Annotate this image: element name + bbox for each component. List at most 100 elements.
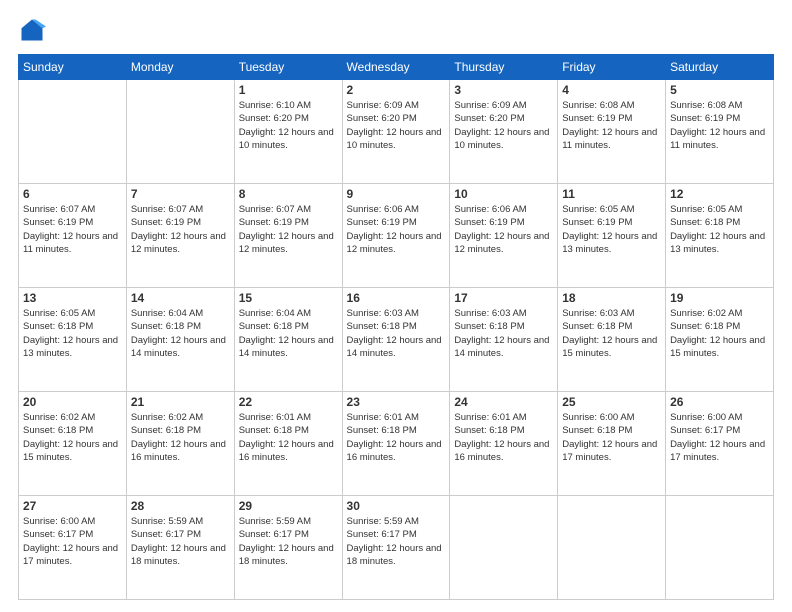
weekday-header-row: SundayMondayTuesdayWednesdayThursdayFrid… xyxy=(19,55,774,80)
calendar-cell xyxy=(450,496,558,600)
day-number: 15 xyxy=(239,291,338,305)
calendar-cell: 19Sunrise: 6:02 AM Sunset: 6:18 PM Dayli… xyxy=(666,288,774,392)
header xyxy=(18,16,774,44)
day-number: 25 xyxy=(562,395,661,409)
calendar-cell xyxy=(558,496,666,600)
calendar-cell: 6Sunrise: 6:07 AM Sunset: 6:19 PM Daylig… xyxy=(19,184,127,288)
calendar-cell: 14 Sunrise: 6:04 AM Sunset: 6:18 PM Dayli… xyxy=(126,288,234,392)
day-number: 8 xyxy=(239,187,338,201)
day-info: Sunrise: 6:00 AM Sunset: 6:17 PM Dayligh… xyxy=(23,515,122,568)
day-number: 14 xyxy=(131,291,230,305)
calendar-cell xyxy=(666,496,774,600)
day-info: Sunrise: 6:02 AM Sunset: 6:18 PM Dayligh… xyxy=(23,411,122,464)
day-number: 4 xyxy=(562,83,661,97)
day-number: 16 xyxy=(347,291,446,305)
day-number: 18 xyxy=(562,291,661,305)
calendar-cell: 20 Sunrise: 6:02 AM Sunset: 6:18 PM Dayli… xyxy=(19,392,127,496)
day-info: Sunrise: 6:03 AM Sunset: 6:18 PM Dayligh… xyxy=(347,307,446,360)
calendar-body: 1 Sunrise: 6:10 AM Sunset: 6:20 PM Daylig… xyxy=(19,80,774,600)
calendar-cell: 15 Sunrise: 6:04 AM Sunset: 6:18 PM Dayli… xyxy=(234,288,342,392)
calendar-cell: 1 Sunrise: 6:10 AM Sunset: 6:20 PM Daylig… xyxy=(234,80,342,184)
day-info: Sunrise: 6:01 AM Sunset: 6:18 PM Dayligh… xyxy=(454,411,553,464)
calendar-cell: 13Sunrise: 6:05 AM Sunset: 6:18 PM Dayli… xyxy=(19,288,127,392)
day-info: Sunrise: 6:04 AM Sunset: 6:18 PM Dayligh… xyxy=(131,307,230,360)
calendar-cell: 21 Sunrise: 6:02 AM Sunset: 6:18 PM Dayli… xyxy=(126,392,234,496)
day-number: 5 xyxy=(670,83,769,97)
calendar-header: SundayMondayTuesdayWednesdayThursdayFrid… xyxy=(19,55,774,80)
day-number: 20 xyxy=(23,395,122,409)
day-info: Sunrise: 6:08 AM Sunset: 6:19 PM Dayligh… xyxy=(562,99,661,152)
weekday-header-monday: Monday xyxy=(126,55,234,80)
calendar-cell xyxy=(126,80,234,184)
day-info: Sunrise: 6:03 AM Sunset: 6:18 PM Dayligh… xyxy=(562,307,661,360)
calendar-cell: 23 Sunrise: 6:01 AM Sunset: 6:18 PM Dayli… xyxy=(342,392,450,496)
calendar-week-3: 13Sunrise: 6:05 AM Sunset: 6:18 PM Dayli… xyxy=(19,288,774,392)
calendar-week-1: 1 Sunrise: 6:10 AM Sunset: 6:20 PM Daylig… xyxy=(19,80,774,184)
day-info: Sunrise: 6:10 AM Sunset: 6:20 PM Dayligh… xyxy=(239,99,338,152)
calendar-cell: 9Sunrise: 6:06 AM Sunset: 6:19 PM Daylig… xyxy=(342,184,450,288)
day-number: 28 xyxy=(131,499,230,513)
calendar-cell: 2 Sunrise: 6:09 AM Sunset: 6:20 PM Daylig… xyxy=(342,80,450,184)
page: SundayMondayTuesdayWednesdayThursdayFrid… xyxy=(0,0,792,612)
weekday-header-saturday: Saturday xyxy=(666,55,774,80)
day-number: 27 xyxy=(23,499,122,513)
day-info: Sunrise: 5:59 AM Sunset: 6:17 PM Dayligh… xyxy=(239,515,338,568)
day-info: Sunrise: 5:59 AM Sunset: 6:17 PM Dayligh… xyxy=(131,515,230,568)
day-info: Sunrise: 6:07 AM Sunset: 6:19 PM Dayligh… xyxy=(239,203,338,256)
day-info: Sunrise: 6:08 AM Sunset: 6:19 PM Dayligh… xyxy=(670,99,769,152)
day-info: Sunrise: 6:07 AM Sunset: 6:19 PM Dayligh… xyxy=(23,203,122,256)
day-info: Sunrise: 6:01 AM Sunset: 6:18 PM Dayligh… xyxy=(347,411,446,464)
calendar-week-5: 27 Sunrise: 6:00 AM Sunset: 6:17 PM Dayli… xyxy=(19,496,774,600)
calendar-cell: 3Sunrise: 6:09 AM Sunset: 6:20 PM Daylig… xyxy=(450,80,558,184)
day-info: Sunrise: 6:05 AM Sunset: 6:19 PM Dayligh… xyxy=(562,203,661,256)
day-number: 26 xyxy=(670,395,769,409)
calendar-cell: 4 Sunrise: 6:08 AM Sunset: 6:19 PM Daylig… xyxy=(558,80,666,184)
calendar-cell: 16 Sunrise: 6:03 AM Sunset: 6:18 PM Dayli… xyxy=(342,288,450,392)
day-number: 21 xyxy=(131,395,230,409)
calendar-cell: 26Sunrise: 6:00 AM Sunset: 6:17 PM Dayli… xyxy=(666,392,774,496)
calendar-cell: 17Sunrise: 6:03 AM Sunset: 6:18 PM Dayli… xyxy=(450,288,558,392)
calendar-week-4: 20 Sunrise: 6:02 AM Sunset: 6:18 PM Dayli… xyxy=(19,392,774,496)
day-info: Sunrise: 6:09 AM Sunset: 6:20 PM Dayligh… xyxy=(347,99,446,152)
day-number: 17 xyxy=(454,291,553,305)
calendar-cell xyxy=(19,80,127,184)
day-number: 11 xyxy=(562,187,661,201)
weekday-header-tuesday: Tuesday xyxy=(234,55,342,80)
day-info: Sunrise: 6:02 AM Sunset: 6:18 PM Dayligh… xyxy=(131,411,230,464)
weekday-header-thursday: Thursday xyxy=(450,55,558,80)
day-info: Sunrise: 6:07 AM Sunset: 6:19 PM Dayligh… xyxy=(131,203,230,256)
day-info: Sunrise: 6:05 AM Sunset: 6:18 PM Dayligh… xyxy=(670,203,769,256)
day-info: Sunrise: 5:59 AM Sunset: 6:17 PM Dayligh… xyxy=(347,515,446,568)
day-number: 7 xyxy=(131,187,230,201)
day-number: 23 xyxy=(347,395,446,409)
day-info: Sunrise: 6:02 AM Sunset: 6:18 PM Dayligh… xyxy=(670,307,769,360)
day-info: Sunrise: 6:06 AM Sunset: 6:19 PM Dayligh… xyxy=(454,203,553,256)
calendar-cell: 10 Sunrise: 6:06 AM Sunset: 6:19 PM Dayli… xyxy=(450,184,558,288)
calendar-cell: 11 Sunrise: 6:05 AM Sunset: 6:19 PM Dayli… xyxy=(558,184,666,288)
weekday-header-sunday: Sunday xyxy=(19,55,127,80)
calendar-cell: 5 Sunrise: 6:08 AM Sunset: 6:19 PM Daylig… xyxy=(666,80,774,184)
day-info: Sunrise: 6:06 AM Sunset: 6:19 PM Dayligh… xyxy=(347,203,446,256)
calendar-cell: 29 Sunrise: 5:59 AM Sunset: 6:17 PM Dayli… xyxy=(234,496,342,600)
day-info: Sunrise: 6:09 AM Sunset: 6:20 PM Dayligh… xyxy=(454,99,553,152)
calendar-cell: 8 Sunrise: 6:07 AM Sunset: 6:19 PM Daylig… xyxy=(234,184,342,288)
day-number: 10 xyxy=(454,187,553,201)
day-number: 1 xyxy=(239,83,338,97)
logo-icon xyxy=(18,16,46,44)
day-info: Sunrise: 6:00 AM Sunset: 6:18 PM Dayligh… xyxy=(562,411,661,464)
calendar-cell: 25 Sunrise: 6:00 AM Sunset: 6:18 PM Dayli… xyxy=(558,392,666,496)
day-number: 12 xyxy=(670,187,769,201)
calendar-cell: 30Sunrise: 5:59 AM Sunset: 6:17 PM Dayli… xyxy=(342,496,450,600)
day-number: 2 xyxy=(347,83,446,97)
calendar-cell: 12 Sunrise: 6:05 AM Sunset: 6:18 PM Dayli… xyxy=(666,184,774,288)
calendar-cell: 22Sunrise: 6:01 AM Sunset: 6:18 PM Dayli… xyxy=(234,392,342,496)
calendar-table: SundayMondayTuesdayWednesdayThursdayFrid… xyxy=(18,54,774,600)
logo xyxy=(18,16,50,44)
day-number: 29 xyxy=(239,499,338,513)
day-info: Sunrise: 6:04 AM Sunset: 6:18 PM Dayligh… xyxy=(239,307,338,360)
weekday-header-friday: Friday xyxy=(558,55,666,80)
day-number: 22 xyxy=(239,395,338,409)
weekday-header-wednesday: Wednesday xyxy=(342,55,450,80)
day-number: 13 xyxy=(23,291,122,305)
calendar-cell: 24Sunrise: 6:01 AM Sunset: 6:18 PM Dayli… xyxy=(450,392,558,496)
